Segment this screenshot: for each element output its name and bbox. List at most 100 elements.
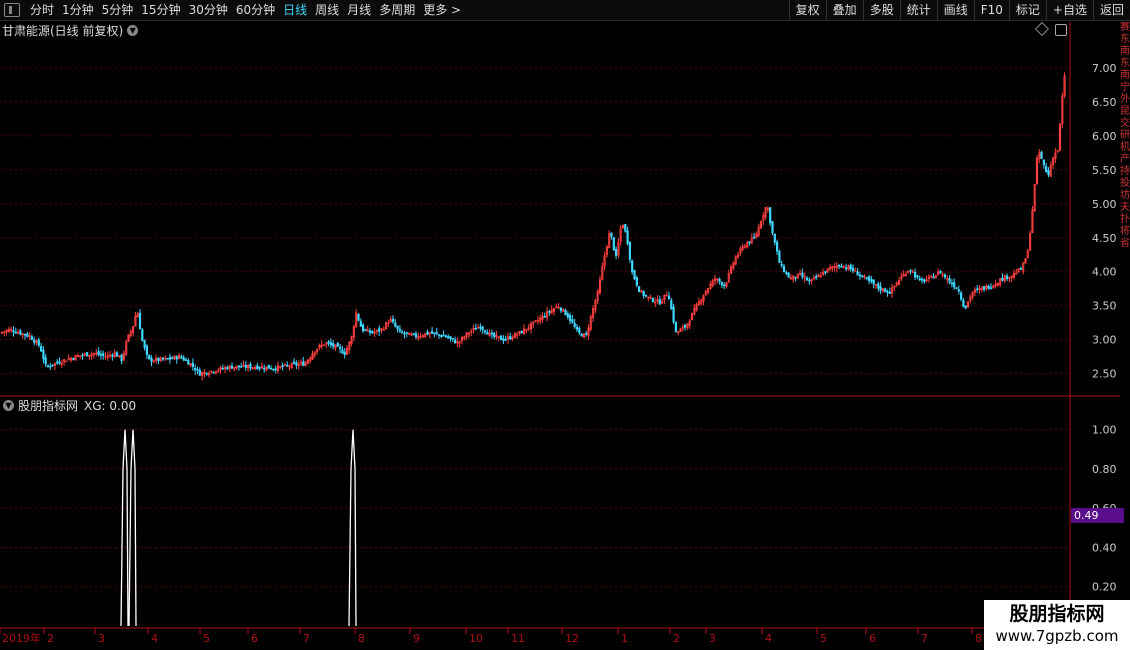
candle-body — [667, 295, 671, 300]
watermark-title: 股朋指标网 — [1009, 603, 1105, 625]
candle-body — [923, 279, 926, 283]
candle-body — [943, 274, 947, 278]
candle-body — [249, 364, 252, 369]
candle-body — [81, 354, 84, 357]
candle-body — [175, 356, 178, 360]
chevron-down-icon[interactable]: ▼ — [3, 400, 14, 411]
candle-body — [939, 270, 942, 274]
kline-chart[interactable]: 7.00 6.50 6.00 5.50 5.00 4.50 4.00 3.50 3.00 2.50… — [0, 0, 1120, 650]
candle-body — [651, 297, 654, 302]
candle-body — [957, 289, 960, 292]
candle-body — [302, 361, 305, 366]
candle-body — [575, 326, 579, 330]
candle-body — [785, 272, 788, 274]
candle-body — [953, 282, 956, 288]
candle-body — [775, 241, 779, 252]
time-tick-label: 1 — [621, 632, 628, 645]
candle-body — [292, 361, 296, 364]
time-tick-label: 3 — [709, 632, 716, 645]
candle-body — [674, 322, 677, 332]
candle-body — [56, 361, 59, 364]
candle-body — [39, 346, 43, 352]
candle-body — [141, 329, 144, 341]
candle-body — [58, 361, 61, 364]
candle-body — [401, 331, 404, 334]
candle-body — [932, 276, 935, 279]
candle-body — [168, 356, 172, 360]
candle-body — [493, 332, 496, 337]
candle-body — [909, 269, 912, 272]
candle-body — [794, 276, 797, 279]
time-tick-label: 4 — [151, 632, 158, 645]
candle-body — [42, 349, 45, 360]
candle-body — [196, 368, 199, 371]
candle-body — [295, 362, 298, 366]
candle-body — [610, 232, 613, 237]
candle-body — [244, 365, 247, 368]
candle-body — [483, 330, 487, 333]
candle-body — [573, 323, 576, 327]
candle-body — [336, 342, 339, 347]
candle-body — [26, 333, 29, 337]
time-tick-label: 2 — [47, 632, 54, 645]
candle-body — [405, 332, 408, 334]
candle-body — [849, 264, 852, 270]
time-tick-label: 10 — [469, 632, 483, 645]
candle-body — [585, 332, 588, 335]
candle-body — [568, 315, 572, 321]
candle-body — [442, 334, 445, 337]
price-tick-label: 4.00 — [1092, 266, 1117, 279]
time-tick-label: 12 — [565, 632, 579, 645]
candle-body — [504, 338, 507, 341]
candle-body — [631, 260, 634, 273]
candle-body — [877, 283, 880, 289]
candle-body — [205, 372, 208, 375]
candle-body — [191, 362, 195, 367]
candle-body — [580, 333, 583, 337]
candle-body — [920, 278, 924, 281]
time-tick-label: 7 — [303, 632, 310, 645]
price-tick-label: 6.00 — [1092, 130, 1117, 143]
candle-body — [184, 359, 188, 361]
candle-body — [1040, 151, 1043, 159]
candle-body — [502, 338, 505, 341]
candle-body — [444, 335, 448, 338]
candle-body — [19, 330, 22, 335]
indicator-tick-label: 0.80 — [1092, 463, 1117, 476]
price-tick-label: 3.00 — [1092, 334, 1117, 347]
candle-body — [412, 333, 415, 335]
candle-body — [187, 360, 190, 365]
candle-body — [338, 346, 342, 350]
candle-body — [486, 332, 489, 335]
candle-body — [1019, 268, 1022, 270]
candle-body — [364, 329, 367, 331]
candle-body — [447, 336, 450, 339]
candle-body — [787, 272, 790, 278]
candle-body — [670, 300, 673, 309]
signal-spike — [120, 429, 129, 627]
candle-body — [237, 365, 241, 368]
candle-body — [398, 328, 402, 332]
candle-body — [578, 328, 581, 333]
candle-body — [856, 271, 859, 276]
candle-body — [520, 330, 523, 334]
candle-body — [157, 357, 160, 362]
candle-body — [332, 343, 335, 347]
candle-body — [343, 351, 346, 355]
candle-body — [449, 336, 452, 339]
side-info-panel: 赛东南东南宁外昆交研机产持投坊夫扑将省 — [1120, 22, 1130, 249]
price-tick-label: 2.50 — [1092, 368, 1117, 381]
candle-body — [115, 352, 119, 357]
candle-body — [913, 271, 917, 278]
candle-body — [263, 367, 266, 370]
time-tick-label: 6 — [869, 632, 876, 645]
candle-body — [773, 233, 776, 243]
candle-body — [614, 248, 618, 256]
candle-body — [102, 353, 105, 357]
candle-body — [778, 251, 781, 264]
candle-body — [808, 279, 811, 282]
time-tick-label: 9 — [413, 632, 420, 645]
candle-body — [982, 285, 986, 290]
time-tick-label: 4 — [765, 632, 772, 645]
candle-body — [12, 330, 15, 333]
